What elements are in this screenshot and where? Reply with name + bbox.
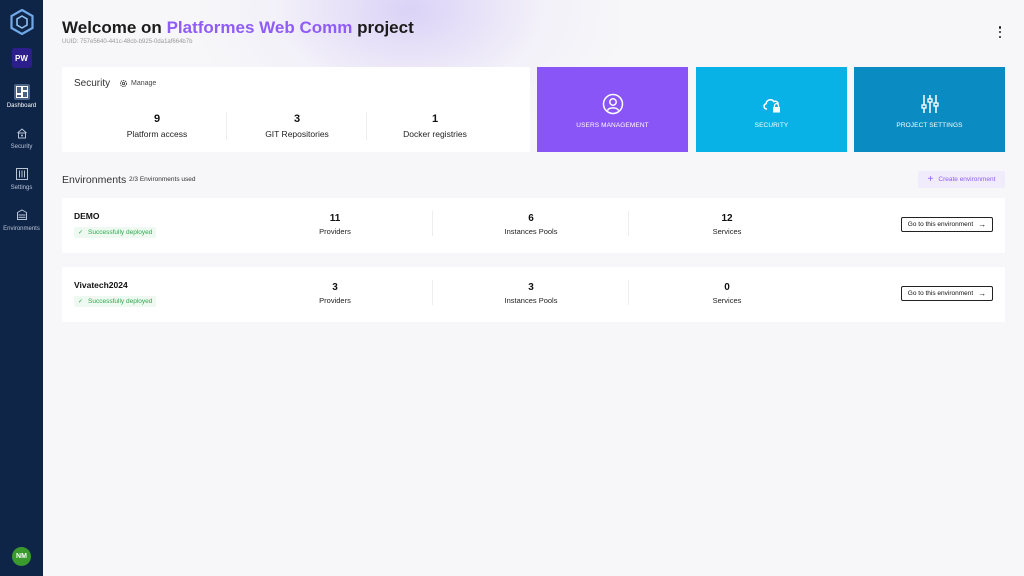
sidebar-item-label: Environments [3, 226, 40, 232]
divider [628, 280, 629, 305]
status-label: Successfully deployed [88, 229, 153, 236]
manage-button[interactable]: Manage [119, 79, 156, 88]
page-title: Welcome on Platformes Web Comm project [62, 18, 414, 38]
security-card: Security Manage 9 Platform access 3 GIT … [62, 67, 530, 152]
stat-value: 3 [528, 282, 534, 293]
check-icon: ✓ [78, 230, 84, 236]
go-to-environment-label: Go to this environment [907, 290, 974, 297]
stat-services: 12 Services [677, 213, 777, 236]
stat-label: Services [712, 296, 742, 305]
environment-card: Vivatech2024 ✓ Successfully deployed 3 P… [62, 267, 1005, 322]
environment-name: Vivatech2024 [74, 280, 128, 290]
create-environment-label: Create environment [938, 176, 996, 183]
dashboard-icon [13, 84, 30, 100]
logo-hexagon-icon[interactable] [9, 9, 34, 35]
stat-label: Providers [319, 296, 351, 305]
tile-label: SECURITY [754, 122, 789, 129]
project-name: Platformes Web Comm [166, 18, 353, 37]
plus-icon: + [927, 173, 934, 185]
stat-label: Services [712, 227, 742, 236]
sidebar-item-label: Settings [10, 185, 33, 191]
cloud-lock-icon [762, 99, 780, 113]
stat-value: 3 [293, 113, 301, 125]
title-suffix: project [357, 18, 414, 37]
manage-label: Manage [131, 80, 157, 87]
environments-heading: Environments [62, 174, 127, 186]
stat-value: 12 [721, 213, 733, 224]
divider [366, 112, 367, 140]
stat-label: Docker registries [403, 129, 467, 139]
sidebar-item-settings[interactable]: Settings [0, 166, 43, 191]
lock-icon [14, 125, 30, 141]
sliders-icon [920, 95, 939, 113]
tile-label: PROJECT SETTINGS [896, 122, 963, 129]
stat-value: 1 [431, 113, 439, 125]
sidebar-item-label: Security [10, 144, 33, 150]
stack-icon [14, 207, 30, 223]
environment-card: DEMO ✓ Successfully deployed 11 Provider… [62, 198, 1005, 253]
sidebar-item-security[interactable]: Security [0, 125, 43, 150]
check-icon: ✓ [78, 299, 84, 305]
go-to-environment-label: Go to this environment [907, 221, 974, 228]
tile-project-settings[interactable]: PROJECT SETTINGS [854, 67, 1005, 152]
stat-instances-pools: 6 Instances Pools [481, 213, 581, 236]
sliders-icon [14, 166, 30, 182]
project-uuid: UUID: 757e5640-441c-48cb-b925-0da1af664b… [62, 39, 193, 45]
divider [432, 211, 433, 236]
create-environment-button[interactable]: + Create environment [918, 171, 1005, 188]
sidebar: PW Dashboard Security Settings Environme… [0, 0, 43, 576]
stat-providers: 11 Providers [285, 213, 385, 236]
stat-providers: 3 Providers [285, 282, 385, 305]
stat-label: Platform access [126, 129, 188, 139]
status-label: Successfully deployed [88, 298, 153, 305]
user-circle-icon [602, 93, 623, 115]
more-options-icon[interactable] [996, 26, 1004, 38]
user-avatar[interactable]: NM [12, 547, 31, 566]
stat-platform-access: 9 Platform access [122, 113, 192, 139]
tile-label: USERS MANAGEMENT [576, 122, 649, 129]
stat-value: 9 [153, 113, 161, 125]
divider [226, 112, 227, 140]
stat-label: Instances Pools [504, 296, 558, 305]
stat-label: Instances Pools [504, 227, 558, 236]
tile-security[interactable]: SECURITY [696, 67, 847, 152]
stat-value: 11 [329, 213, 341, 224]
tile-users-management[interactable]: USERS MANAGEMENT [537, 67, 688, 152]
environment-name: DEMO [74, 211, 100, 221]
sidebar-item-label: Dashboard [6, 103, 37, 109]
sidebar-item-environments[interactable]: Environments [0, 207, 43, 232]
stat-instances-pools: 3 Instances Pools [481, 282, 581, 305]
status-badge: ✓ Successfully deployed [74, 227, 157, 238]
stat-value: 3 [332, 282, 338, 293]
sidebar-item-dashboard[interactable]: Dashboard [0, 84, 43, 109]
stat-value: 6 [528, 213, 534, 224]
arrow-right-icon: → [978, 289, 987, 298]
stat-git-repositories: 3 GIT Repositories [257, 113, 337, 139]
arrow-right-icon: → [978, 220, 987, 229]
stat-value: 0 [724, 282, 730, 293]
go-to-environment-button[interactable]: Go to this environment → [901, 286, 993, 301]
stat-docker-registries: 1 Docker registries [394, 113, 476, 139]
go-to-environment-button[interactable]: Go to this environment → [901, 217, 993, 232]
stat-label: Providers [319, 227, 351, 236]
stat-label: GIT Repositories [265, 129, 329, 139]
status-badge: ✓ Successfully deployed [74, 296, 157, 307]
environments-usage: 2/3 Environments used [129, 176, 196, 183]
stat-services: 0 Services [677, 282, 777, 305]
security-title: Security [74, 78, 111, 89]
project-badge[interactable]: PW [11, 48, 32, 68]
divider [628, 211, 629, 236]
title-prefix: Welcome on [62, 18, 162, 37]
divider [432, 280, 433, 305]
gear-icon [119, 79, 128, 88]
